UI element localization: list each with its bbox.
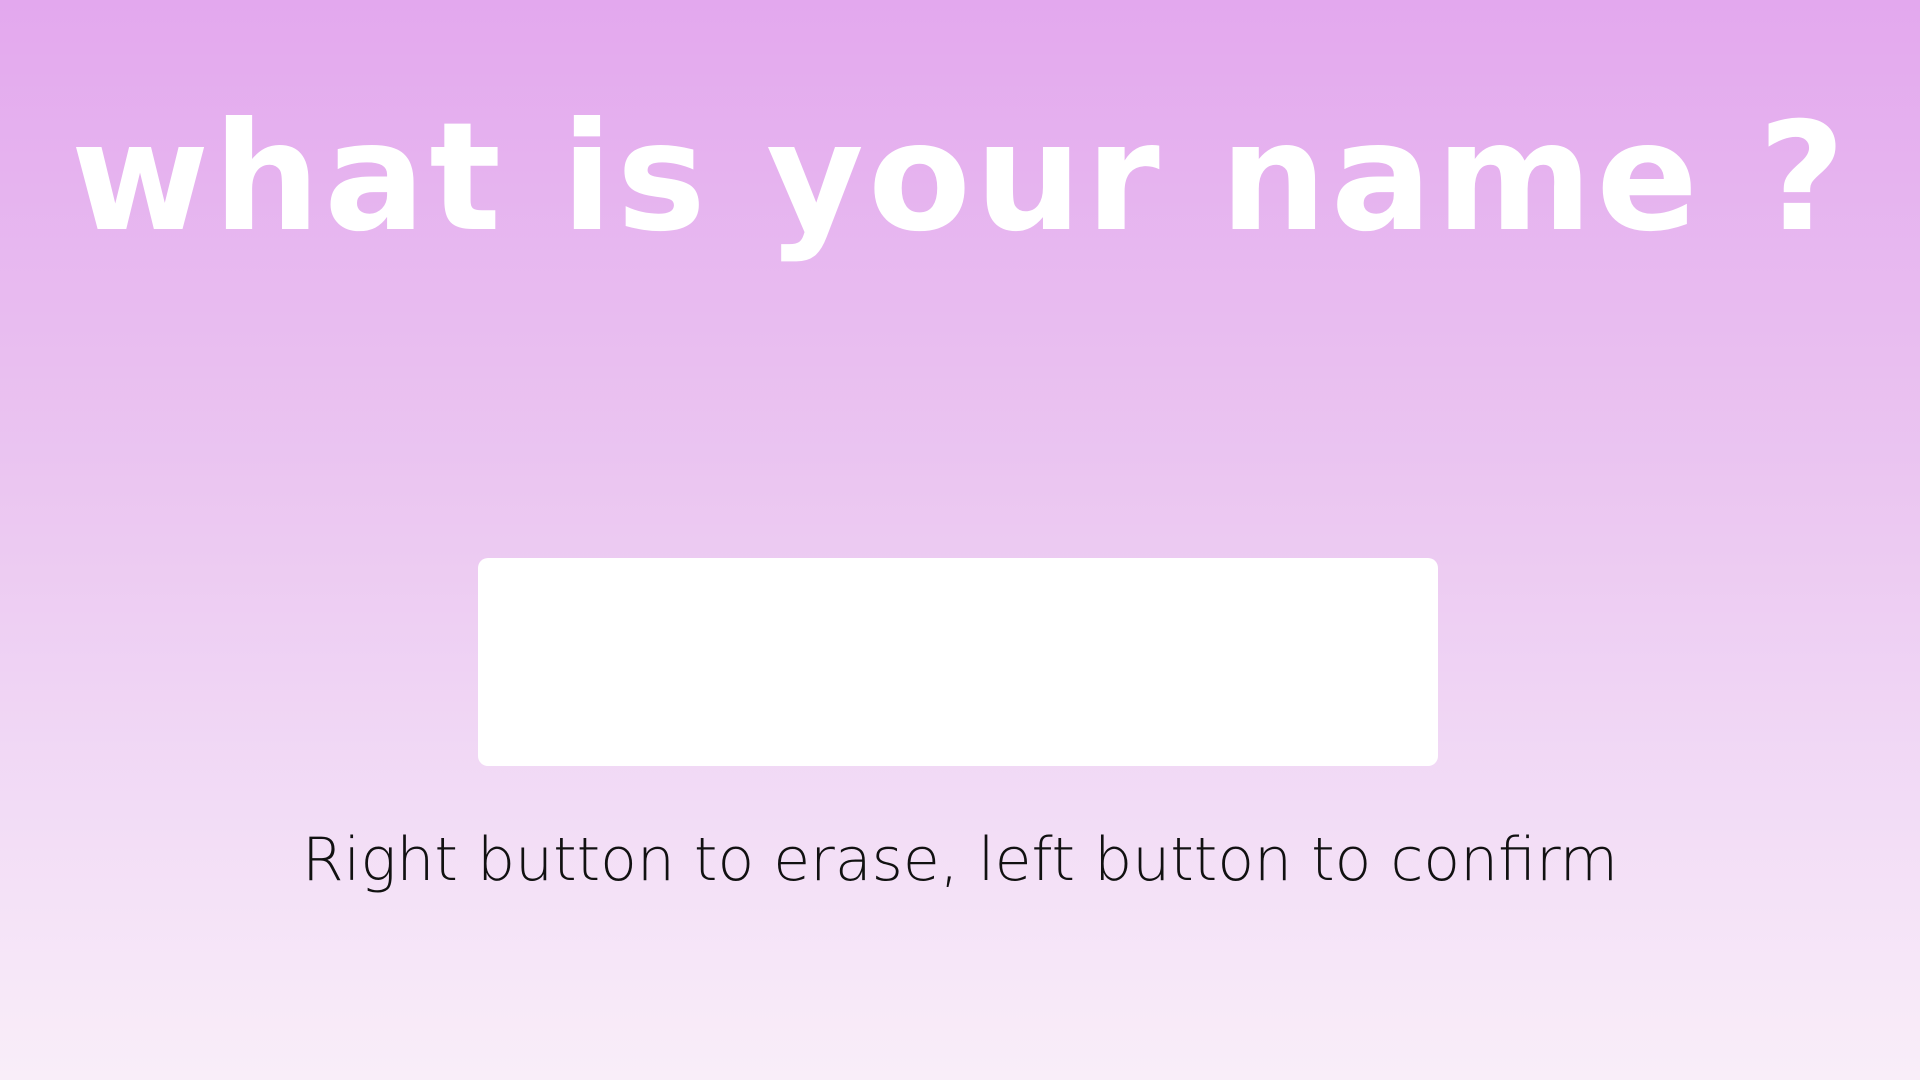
instruction-text: Right button to erase, left button to co… <box>301 825 1619 895</box>
name-input[interactable] <box>478 558 1438 766</box>
page-title: what is your name ? <box>70 91 1850 265</box>
